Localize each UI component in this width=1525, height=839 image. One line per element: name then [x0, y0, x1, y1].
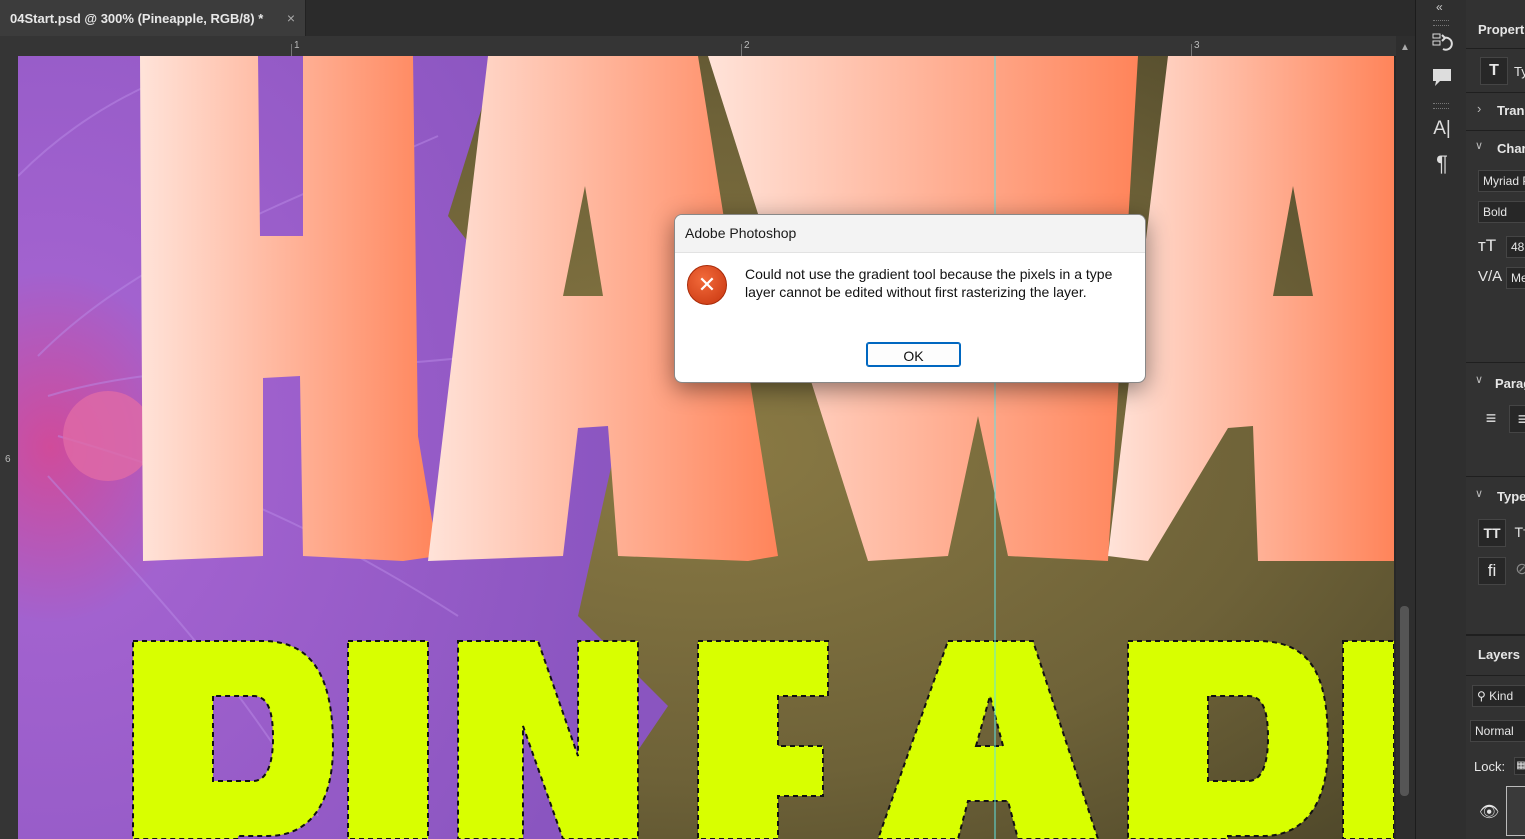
small-caps-icon[interactable]: Tт — [1509, 519, 1525, 545]
panel-divider — [1466, 92, 1525, 93]
character-section-label[interactable]: Char — [1497, 141, 1525, 156]
document-canvas[interactable] — [18, 56, 1394, 839]
all-caps-icon[interactable]: TT — [1478, 519, 1506, 547]
ruler-tick: 3 — [1194, 40, 1200, 51]
scroll-up-icon[interactable]: ▲ — [1400, 42, 1410, 53]
align-center-icon[interactable]: ≡ — [1509, 405, 1525, 433]
character-icon[interactable]: A| — [1430, 117, 1454, 141]
document-tab[interactable]: 04Start.psd @ 300% (Pineapple, RGB/8) * … — [0, 0, 306, 36]
layers-panel-title[interactable]: Layers — [1478, 647, 1520, 662]
transform-section-label[interactable]: Tran — [1497, 103, 1524, 118]
grip-icon[interactable] — [1433, 103, 1449, 109]
ruler-tick: 6 — [5, 454, 11, 465]
font-size-field[interactable]: 48 — [1506, 236, 1525, 258]
panel-divider — [1466, 48, 1525, 49]
horizontal-ruler[interactable]: 1 2 3 — [18, 36, 1398, 57]
type-layer-icon: T — [1480, 57, 1508, 85]
panel-divider — [1466, 634, 1525, 636]
paragraph-section-label[interactable]: Parag — [1495, 376, 1525, 391]
canvas-vertical-scrollbar[interactable]: ▲ — [1396, 36, 1415, 839]
type-options-section-label[interactable]: Type — [1497, 489, 1525, 504]
panel-divider — [1466, 130, 1525, 131]
ruler-tick: 1 — [294, 40, 300, 51]
history-icon[interactable] — [1430, 32, 1454, 56]
layer-thumbnail[interactable] — [1506, 786, 1525, 836]
chevron-down-icon[interactable]: ∨ — [1475, 139, 1483, 152]
properties-panel: Properti T Ty › Tran ∨ Char Myriad P Bol… — [1466, 0, 1525, 839]
ok-button[interactable]: OK — [866, 342, 961, 367]
chevron-right-icon[interactable]: › — [1477, 101, 1481, 116]
layer-filter-field[interactable]: ⚲ Kind — [1472, 685, 1525, 707]
document-tab-bar: 04Start.psd @ 300% (Pineapple, RGB/8) * … — [0, 0, 1415, 36]
panel-divider — [1466, 675, 1525, 676]
chevron-down-icon[interactable]: ∨ — [1475, 487, 1483, 500]
ruler-major-line — [291, 44, 292, 56]
properties-panel-title[interactable]: Properti — [1478, 22, 1525, 37]
blend-mode-select[interactable]: Normal — [1470, 720, 1525, 742]
document-tab-title: 04Start.psd @ 300% (Pineapple, RGB/8) * — [10, 10, 264, 26]
lock-transparent-icon[interactable]: ▦ — [1514, 757, 1525, 775]
lock-label: Lock: — [1474, 759, 1506, 774]
panel-divider — [1466, 362, 1525, 363]
panel-divider — [1466, 476, 1525, 477]
error-dialog: Adobe Photoshop ✕ Could not use the grad… — [674, 214, 1146, 383]
vertical-ruler[interactable]: 6 — [0, 56, 19, 839]
panel-icon-strip: « A| ¶ — [1415, 0, 1467, 839]
grip-icon[interactable] — [1433, 20, 1449, 26]
tracking-icon: V/A — [1478, 268, 1503, 285]
font-family-field[interactable]: Myriad P — [1478, 170, 1525, 192]
error-icon: ✕ — [687, 265, 727, 305]
close-tab-icon[interactable]: × — [287, 10, 295, 26]
ligature-icon[interactable]: fi — [1478, 557, 1506, 585]
ruler-major-line — [1191, 44, 1192, 56]
tracking-field[interactable]: Me — [1506, 267, 1525, 289]
dialog-message: Could not use the gradient tool because … — [745, 266, 1113, 300]
font-style-field[interactable]: Bold — [1478, 201, 1525, 223]
ruler-tick: 2 — [744, 40, 750, 51]
layer-filter-label: Kind — [1489, 689, 1514, 703]
comment-icon[interactable] — [1430, 66, 1454, 90]
scrollbar-thumb[interactable] — [1400, 606, 1409, 796]
canvas-artwork — [18, 56, 1394, 839]
ruler-corner — [0, 36, 18, 56]
ruler-major-line — [741, 44, 742, 56]
align-left-icon[interactable]: ≡ — [1478, 405, 1504, 431]
search-icon: ⚲ — [1477, 689, 1490, 703]
font-size-icon: ᴛT — [1478, 236, 1497, 255]
visibility-eye-icon[interactable]: 👁 — [1479, 802, 1499, 822]
flower-center — [63, 391, 153, 481]
paragraph-icon[interactable]: ¶ — [1430, 152, 1454, 176]
layer-type-label: Ty — [1514, 64, 1525, 79]
double-chevron-left-icon[interactable]: « — [1436, 0, 1443, 14]
dialog-title: Adobe Photoshop — [675, 215, 1145, 253]
chevron-down-icon[interactable]: ∨ — [1475, 373, 1483, 386]
link-icon[interactable]: ⊘ — [1509, 557, 1525, 583]
